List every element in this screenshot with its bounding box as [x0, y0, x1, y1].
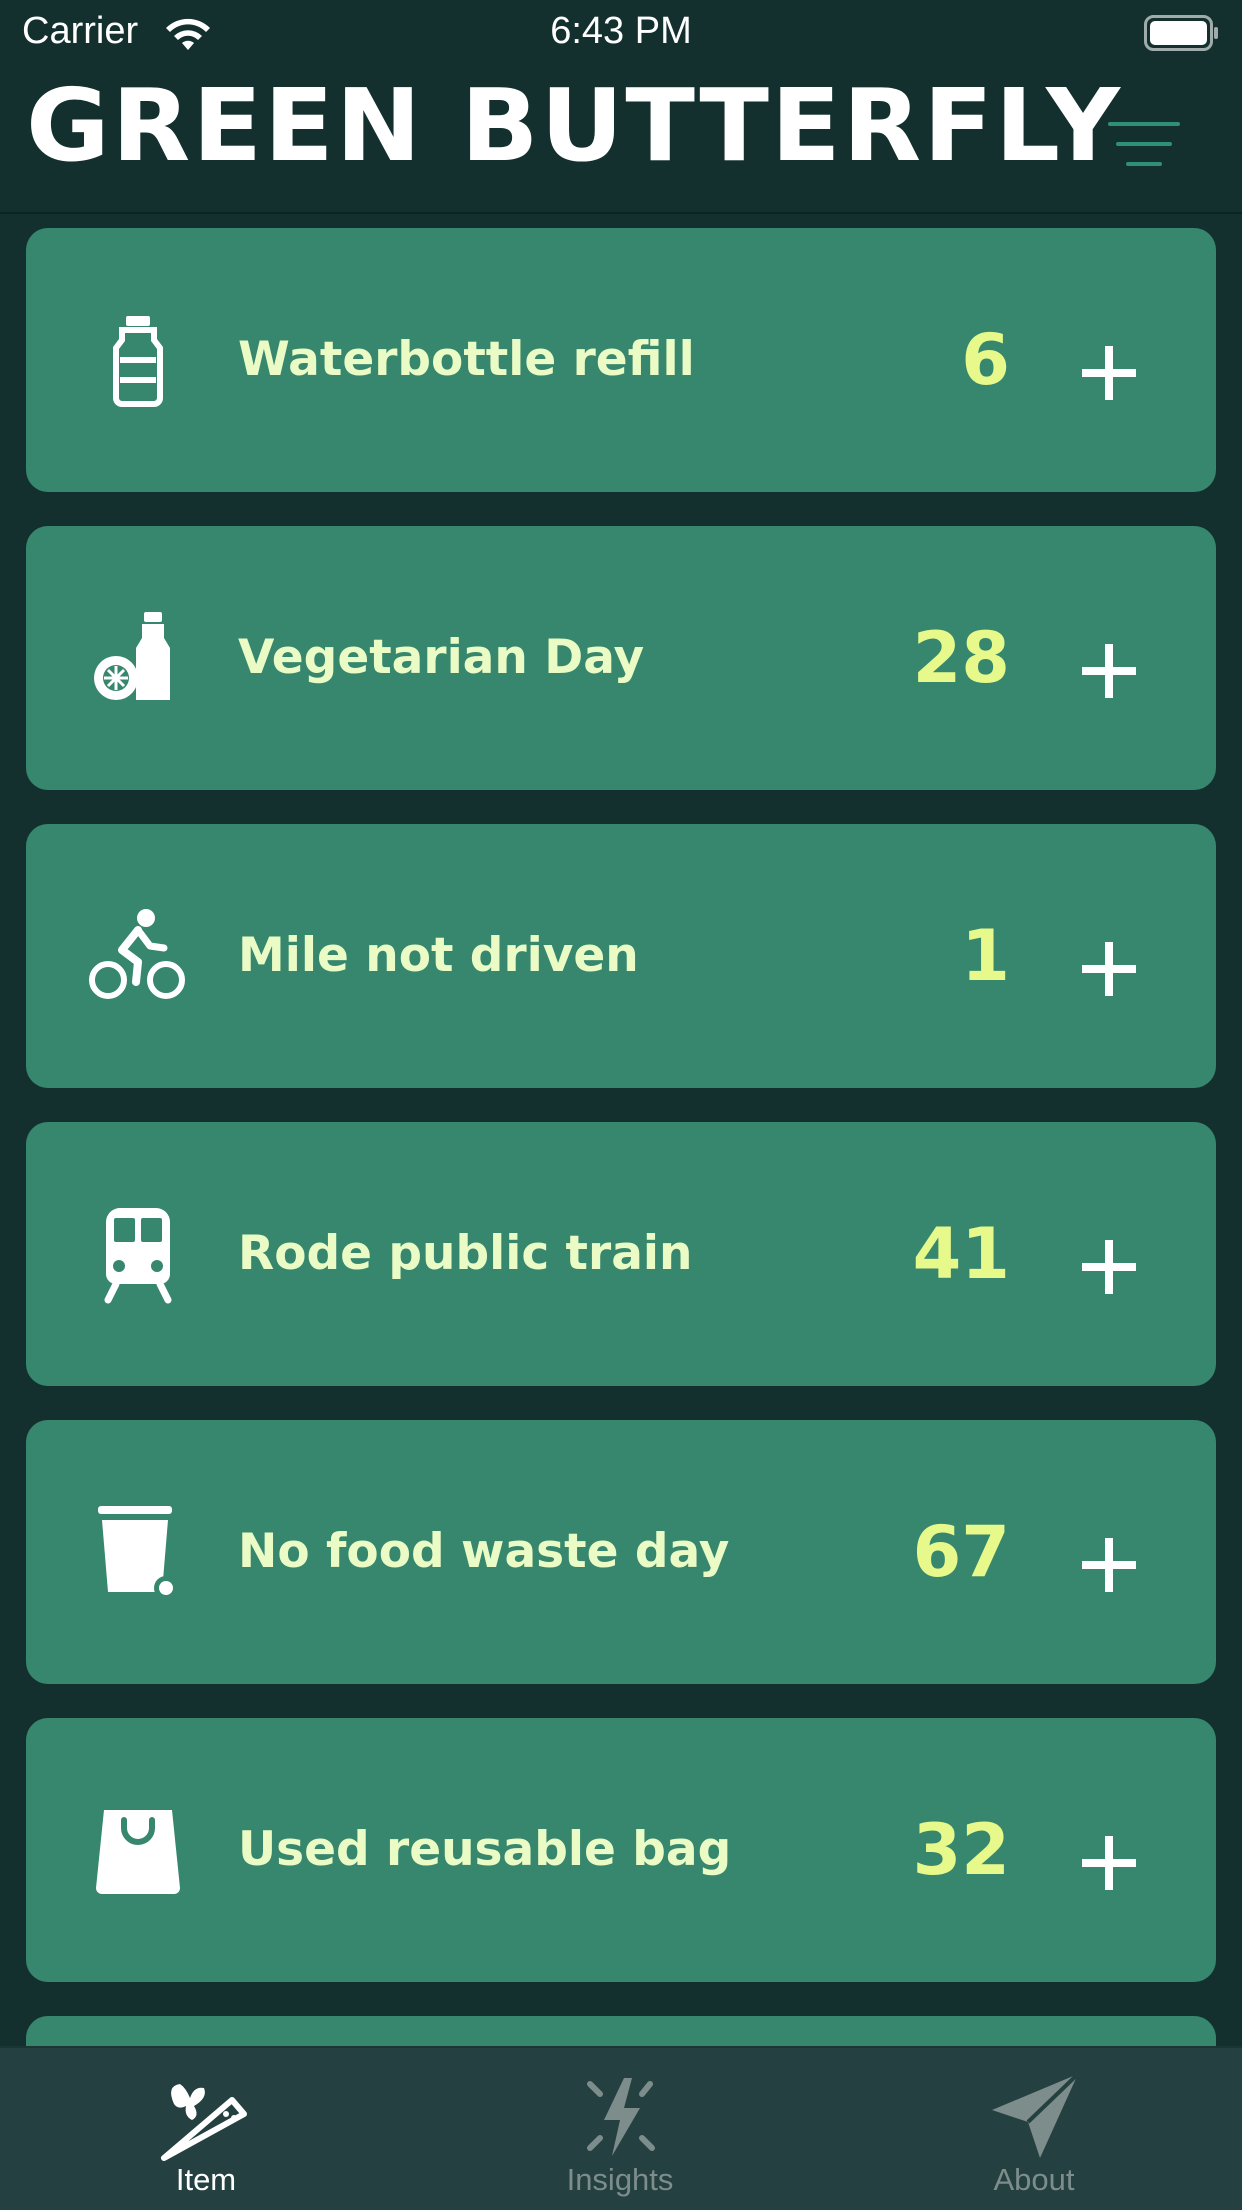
tab-label: Item [175, 2162, 237, 2197]
trash-bin-icon [98, 1506, 178, 1600]
item-label: Waterbottle refill [238, 332, 695, 387]
train-icon [104, 1208, 172, 1304]
item-label: Mile not driven [238, 928, 639, 983]
paper-plane-icon [992, 2072, 1080, 2158]
add-button[interactable] [1080, 1238, 1138, 1296]
tab-bar: Item Insights About [0, 2046, 1242, 2210]
add-button[interactable] [1080, 940, 1138, 998]
add-button[interactable] [1080, 642, 1138, 700]
list-item: Waterbottle refill 6 [26, 228, 1216, 492]
add-button[interactable] [1080, 1834, 1138, 1892]
tab-label: About [993, 2162, 1075, 2197]
item-count: 6 [961, 319, 1010, 401]
add-button[interactable] [1080, 344, 1138, 402]
item-count: 67 [912, 1511, 1010, 1593]
item-count: 28 [912, 617, 1010, 699]
item-count: 32 [912, 1809, 1010, 1891]
cyclist-icon [89, 909, 185, 999]
list-item: Vegetarian Day 28 [26, 526, 1216, 790]
tab-label: Insights [566, 2162, 674, 2197]
list-item: Mile not driven 1 [26, 824, 1216, 1088]
vegetarian-food-icon [94, 612, 170, 700]
battery-icon [1144, 15, 1218, 51]
shopping-bag-icon [96, 1810, 180, 1894]
item-label: Vegetarian Day [238, 630, 645, 685]
list-item: No food waste day 67 [26, 1420, 1216, 1684]
list-item-partial [26, 2016, 1216, 2046]
item-count: 41 [912, 1213, 1010, 1295]
items-list[interactable]: Waterbottle refill 6 Vegetarian Day 28 M… [0, 214, 1242, 2046]
tab-insights[interactable]: Insights [470, 2048, 770, 2210]
menu-button[interactable] [1104, 114, 1184, 178]
navigation-bar: GREEN BUTTERFLY [0, 68, 1242, 214]
status-bar: Carrier 6:43 PM [0, 0, 1242, 68]
butterfly-pencil-icon [161, 2084, 247, 2161]
hamburger-menu-icon [1108, 122, 1180, 166]
list-item: Rode public train 41 [26, 1122, 1216, 1386]
item-count: 1 [961, 915, 1010, 997]
list-item: Used reusable bag 32 [26, 1718, 1216, 1982]
app-title: GREEN BUTTERFLY [26, 67, 1123, 184]
item-label: Used reusable bag [238, 1822, 732, 1877]
water-bottle-icon [113, 316, 163, 407]
clock-time: 6:43 PM [550, 10, 692, 52]
tab-item[interactable]: Item [56, 2048, 356, 2210]
add-button[interactable] [1080, 1536, 1138, 1594]
tab-about[interactable]: About [884, 2048, 1184, 2210]
item-label: No food waste day [238, 1524, 730, 1579]
lightning-icon [587, 2078, 655, 2156]
item-label: Rode public train [238, 1226, 693, 1281]
